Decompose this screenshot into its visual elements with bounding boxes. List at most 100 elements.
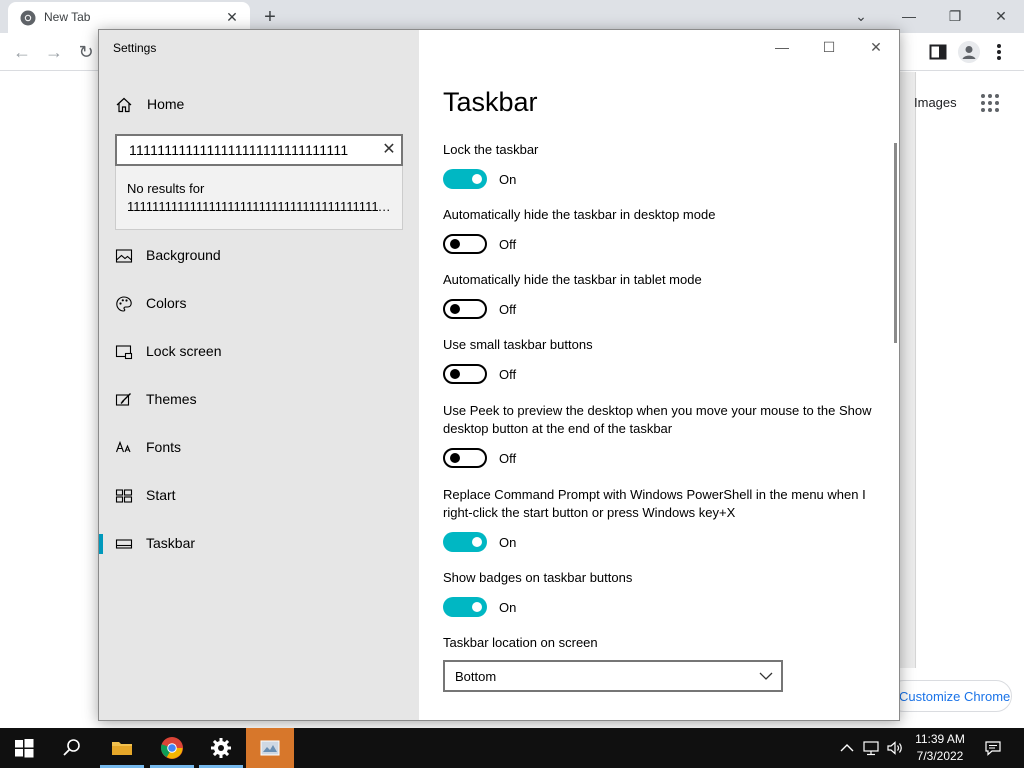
- toggle-knob: [450, 304, 460, 314]
- close-tab-icon[interactable]: ✕: [222, 7, 242, 27]
- toggle-knob: [472, 537, 482, 547]
- taskbar-location-label: Taskbar location on screen: [443, 635, 598, 650]
- tab-search-icon[interactable]: ⌄: [846, 3, 876, 29]
- toggle-state-label: On: [499, 535, 517, 550]
- powershell-label: Replace Command Prompt with Windows Powe…: [443, 487, 866, 520]
- settings-nav-pane: Settings Home 11111111111111111111111111…: [99, 30, 419, 720]
- forward-icon[interactable]: →: [42, 41, 66, 63]
- nav-item-start[interactable]: Start: [99, 478, 419, 514]
- chrome-close-icon[interactable]: ✕: [986, 3, 1016, 29]
- gear-icon: [211, 738, 231, 758]
- nav-home-label: Home: [147, 96, 185, 112]
- chrome-taskbar-button[interactable]: [148, 728, 196, 768]
- action-center-icon[interactable]: [984, 739, 1002, 757]
- nav-item-themes[interactable]: Themes: [99, 382, 419, 418]
- nav-item-label: Background: [146, 247, 221, 263]
- network-icon[interactable]: [862, 739, 880, 757]
- no-results-label: No results for: [127, 181, 205, 196]
- nav-item-label: Fonts: [146, 439, 182, 455]
- profile-avatar-icon[interactable]: [958, 41, 980, 63]
- taskbar-icon: [115, 539, 133, 549]
- chevron-up-icon[interactable]: [838, 739, 856, 757]
- toggle-state-label: Off: [499, 302, 517, 317]
- dropdown-selected-value: Bottom: [455, 669, 497, 684]
- volume-icon[interactable]: [886, 739, 904, 757]
- start-icon: [115, 489, 133, 503]
- themes-icon: [115, 393, 131, 406]
- file-explorer-button[interactable]: [98, 728, 146, 768]
- nav-home[interactable]: Home: [99, 88, 419, 122]
- nav-item-taskbar[interactable]: Taskbar: [99, 526, 419, 562]
- tab-title: New Tab: [44, 10, 91, 24]
- settings-window: Settings Home 11111111111111111111111111…: [98, 29, 900, 721]
- nav-selected-indicator: [99, 534, 103, 554]
- settings-search-input[interactable]: 1111111111111111111111111111111 ✕: [115, 134, 403, 166]
- nav-item-fonts[interactable]: Fonts: [99, 430, 419, 466]
- toggle-state-label: Off: [499, 367, 517, 382]
- new-tab-button[interactable]: +: [258, 6, 282, 28]
- nav-item-colors[interactable]: Colors: [99, 286, 419, 322]
- toggle-knob: [472, 602, 482, 612]
- search-button[interactable]: [48, 728, 96, 768]
- customize-chrome-button[interactable]: Customize Chrome: [888, 680, 1012, 712]
- apps-grid-icon[interactable]: [980, 93, 1000, 113]
- page-title: Taskbar: [443, 87, 538, 117]
- chrome-restore-icon[interactable]: ❐: [940, 3, 970, 29]
- auto-hide-tablet-toggle[interactable]: [443, 299, 487, 319]
- folder-icon: [112, 742, 132, 755]
- page-background-strip: [900, 72, 916, 668]
- images-link[interactable]: Images: [914, 95, 957, 110]
- fonts-icon: [115, 440, 131, 453]
- palette-icon: [116, 296, 132, 312]
- toggle-state-label: On: [499, 600, 517, 615]
- nav-item-label: Colors: [146, 295, 187, 311]
- settings-taskbar-button[interactable]: [197, 728, 245, 768]
- nav-item-label: Taskbar: [146, 535, 196, 551]
- toggle-state-label: Off: [499, 237, 517, 252]
- content-scrollbar[interactable]: [894, 143, 897, 343]
- toggle-knob: [450, 239, 460, 249]
- window-title: Settings: [113, 41, 157, 55]
- toggle-state-label: Off: [499, 451, 517, 466]
- toggle-state-label: On: [499, 172, 517, 187]
- toggle-knob: [472, 174, 482, 184]
- close-icon[interactable]: ✕: [861, 36, 891, 58]
- nav-item-label: Lock screen: [146, 343, 222, 359]
- reload-icon[interactable]: ↻: [74, 41, 98, 63]
- clock-time: 11:39 AM: [915, 732, 965, 746]
- search-input-value[interactable]: 1111111111111111111111111111111: [129, 142, 369, 158]
- customize-chrome-label: Customize Chrome: [899, 689, 1011, 704]
- home-icon: [116, 97, 132, 113]
- picture-icon: [115, 249, 133, 263]
- clear-search-icon[interactable]: ✕: [379, 140, 399, 160]
- peek-toggle[interactable]: [443, 448, 487, 468]
- minimize-icon[interactable]: —: [767, 36, 797, 58]
- chrome-logo-icon: [160, 737, 183, 759]
- nav-item-lock-screen[interactable]: Lock screen: [99, 334, 419, 370]
- nav-item-background[interactable]: Background: [99, 238, 419, 274]
- lock-taskbar-toggle[interactable]: [443, 169, 487, 189]
- powershell-toggle[interactable]: [443, 532, 487, 552]
- search-results-dropdown: No results for 1111111111111111111111111…: [115, 166, 403, 230]
- lock-screen-icon: [115, 345, 133, 360]
- peek-label: Use Peek to preview the desktop when you…: [443, 403, 872, 436]
- side-panel-icon[interactable]: [929, 43, 947, 61]
- badges-toggle[interactable]: [443, 597, 487, 617]
- toggle-knob: [450, 369, 460, 379]
- chrome-minimize-icon[interactable]: —: [894, 3, 924, 29]
- nav-item-label: Themes: [146, 391, 197, 407]
- auto-hide-desktop-toggle[interactable]: [443, 234, 487, 254]
- back-icon[interactable]: ←: [10, 41, 34, 63]
- taskbar-location-dropdown[interactable]: Bottom: [443, 660, 783, 692]
- small-buttons-label: Use small taskbar buttons: [443, 337, 593, 352]
- active-app-button[interactable]: [246, 728, 294, 768]
- windows-logo-icon: [15, 739, 34, 758]
- maximize-icon[interactable]: ☐: [814, 36, 844, 58]
- small-buttons-toggle[interactable]: [443, 364, 487, 384]
- clock-date: 7/3/2022: [916, 749, 964, 763]
- system-clock[interactable]: 11:39 AM 7/3/2022: [908, 731, 972, 765]
- settings-content-pane: — ☐ ✕ Taskbar Lock the taskbar On Automa…: [419, 30, 899, 720]
- start-button[interactable]: [0, 728, 48, 768]
- chrome-menu-icon[interactable]: [996, 42, 1002, 62]
- app-window-icon: [260, 740, 280, 756]
